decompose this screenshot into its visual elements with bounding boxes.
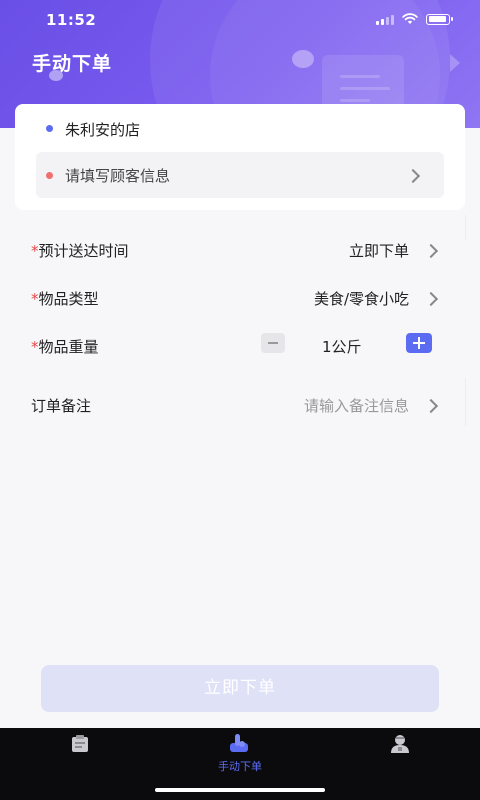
customer-info-field[interactable]: 请填写顾客信息 [36,152,444,198]
chevron-right-icon [423,291,439,307]
signal-icon [376,14,394,25]
orders-icon [72,735,88,752]
wifi-icon [402,13,418,24]
order-remark-row[interactable]: 订单备注 请输入备注信息 [0,385,480,425]
submit-order-button[interactable]: 立即下单 [41,665,439,712]
tab-manual-order[interactable] [228,733,250,757]
item-weight-label: *物品重量 [31,338,99,356]
chevron-right-icon [423,243,439,259]
chevron-right-icon [423,398,439,414]
manual-order-icon [230,734,248,752]
order-remark-input[interactable]: 请输入备注信息 [304,395,409,416]
profile-icon [391,735,409,753]
shop-card: 朱利安的店 请填写顾客信息 [15,104,465,210]
battery-icon [426,13,453,25]
page-title: 手动下单 [32,53,113,75]
order-remark-label: 订单备注 [31,397,92,415]
shop-name: 朱利安的店 [65,121,141,139]
chevron-right-icon [405,168,421,184]
header-decoration [292,50,314,68]
increase-weight-button[interactable] [406,333,432,353]
customer-info-placeholder: 请填写顾客信息 [65,167,171,185]
delivery-time-value: 立即下单 [348,242,409,260]
tab-profile[interactable] [390,734,410,758]
item-type-label: *物品类型 [31,290,99,308]
tab-orders[interactable] [70,735,90,757]
status-time: 11:52 [46,11,97,29]
home-indicator [155,788,325,792]
item-type-value: 美食/零食小吃 [313,290,409,308]
delivery-time-row[interactable]: *预计送达时间 立即下单 [0,230,480,270]
item-type-row[interactable]: *物品类型 美食/零食小吃 [0,278,480,318]
tab-manual-order-label: 手动下单 [218,760,262,773]
status-icons [376,13,453,25]
shop-dot-icon [46,125,53,132]
delivery-time-label: *预计送达时间 [31,242,129,260]
decrease-weight-button[interactable] [261,333,285,353]
customer-dot-icon [46,172,53,179]
item-weight-row: *物品重量 1公斤 [0,326,480,366]
item-weight-value: 1公斤 [322,338,362,356]
header-decoration [450,54,460,72]
